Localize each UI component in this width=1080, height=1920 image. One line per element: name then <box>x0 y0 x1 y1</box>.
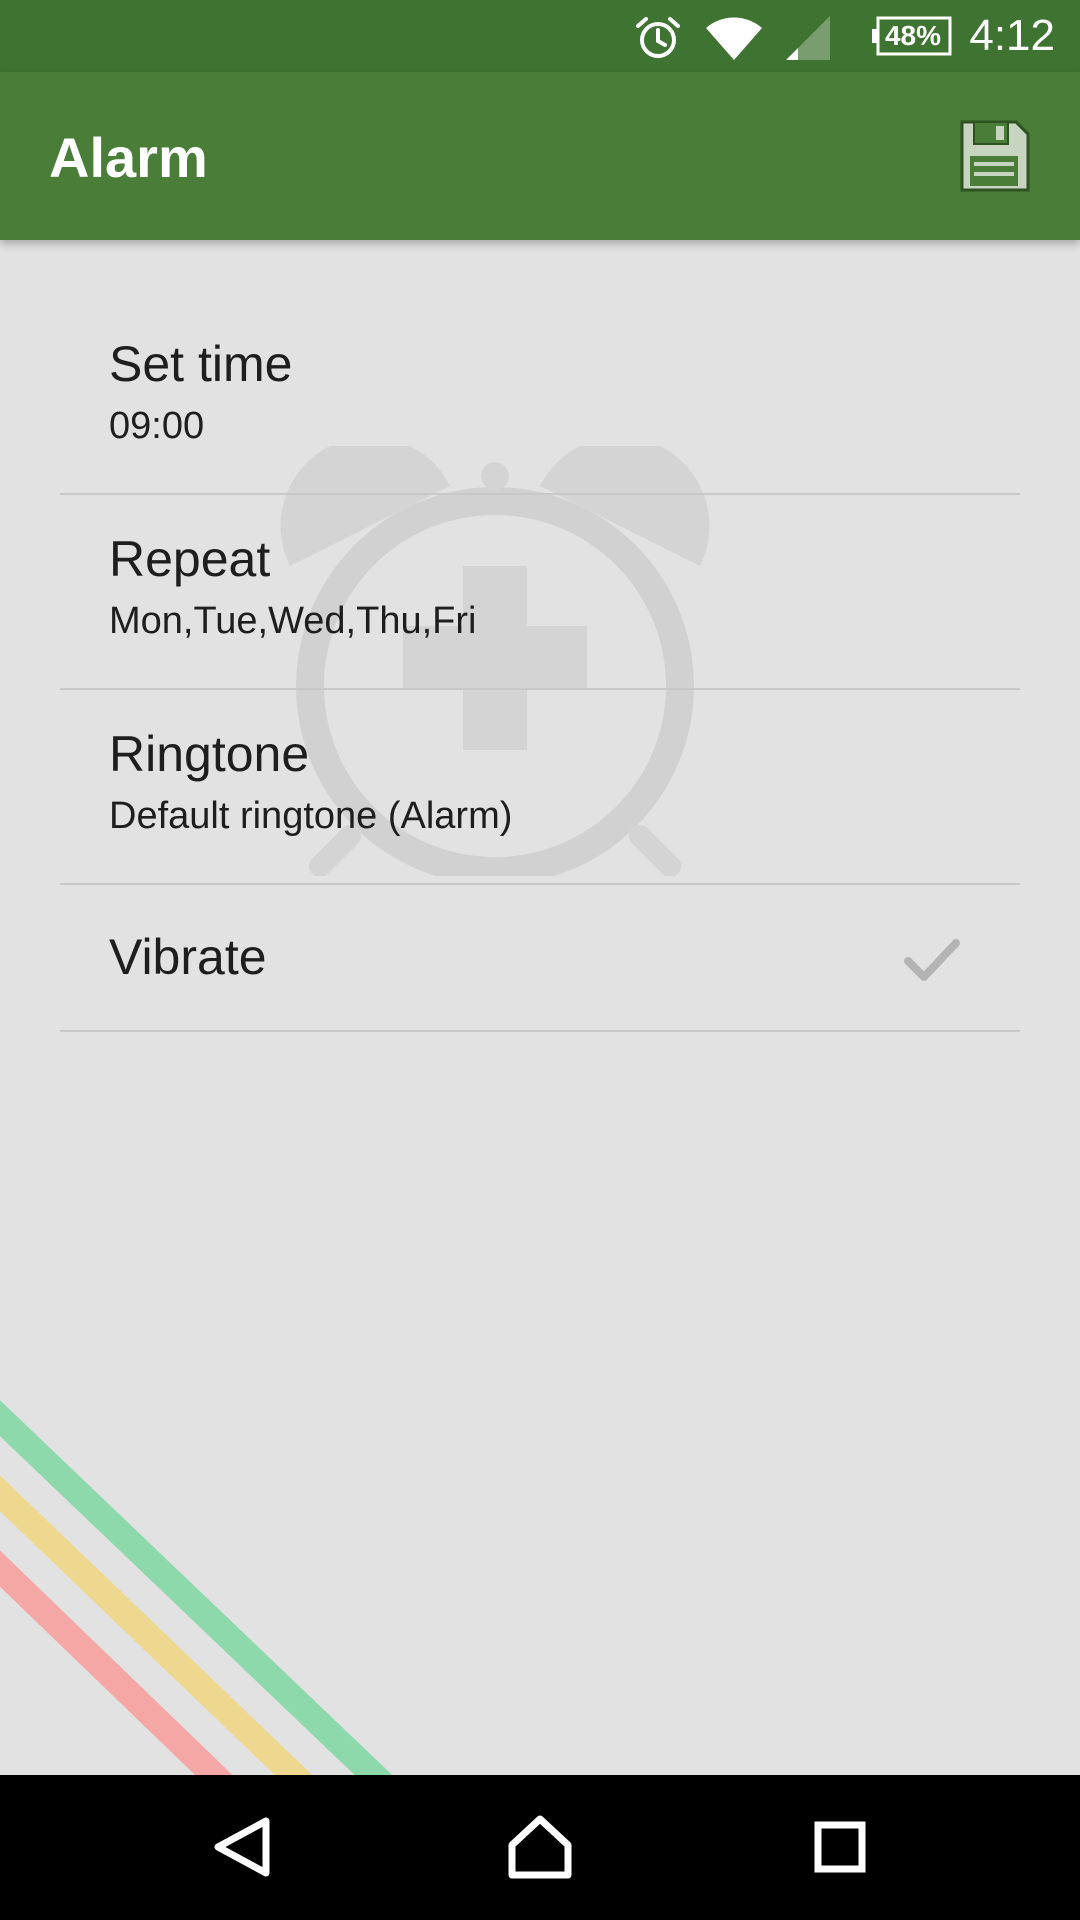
nav-bar <box>0 1775 1080 1920</box>
status-time: 4:12 <box>969 11 1055 60</box>
battery-percent: 48% <box>884 20 942 51</box>
cell-signal-icon <box>786 16 830 60</box>
pref-title: Ringtone <box>109 726 310 782</box>
pref-summary: Default ringtone (Alarm) <box>109 795 513 837</box>
checkmark-icon[interactable] <box>902 935 962 985</box>
pref-summary: Mon,Tue,Wed,Thu,Fri <box>109 600 477 642</box>
wifi-icon <box>706 17 762 60</box>
back-icon[interactable] <box>190 1797 290 1897</box>
pref-summary: 09:00 <box>109 405 205 447</box>
pref-title: Repeat <box>109 531 271 587</box>
pref-title: Set time <box>109 336 293 392</box>
pref-set-time[interactable]: Set time 09:00 <box>60 240 1020 495</box>
home-icon[interactable] <box>490 1797 590 1897</box>
pref-vibrate[interactable]: Vibrate <box>60 885 1020 1032</box>
recents-icon[interactable] <box>790 1797 890 1897</box>
decorative-stripes <box>0 1400 393 1775</box>
pref-ringtone[interactable]: Ringtone Default ringtone (Alarm) <box>60 690 1020 885</box>
page-title: Alarm <box>49 126 208 189</box>
save-icon[interactable] <box>956 118 1032 194</box>
content-area: Set time 09:00 Repeat Mon,Tue,Wed,Thu,Fr… <box>0 240 1080 1775</box>
alarm-icon <box>636 17 680 58</box>
status-bar: 48% 4:12 <box>0 0 1080 72</box>
pref-repeat[interactable]: Repeat Mon,Tue,Wed,Thu,Fri <box>60 495 1020 690</box>
pref-title: Vibrate <box>109 929 267 985</box>
screen: 48% 4:12 Alarm Set time 09:00 Repeat Mon… <box>0 0 1080 1920</box>
battery-icon: 48% <box>870 16 952 56</box>
app-bar: Alarm <box>0 72 1080 240</box>
